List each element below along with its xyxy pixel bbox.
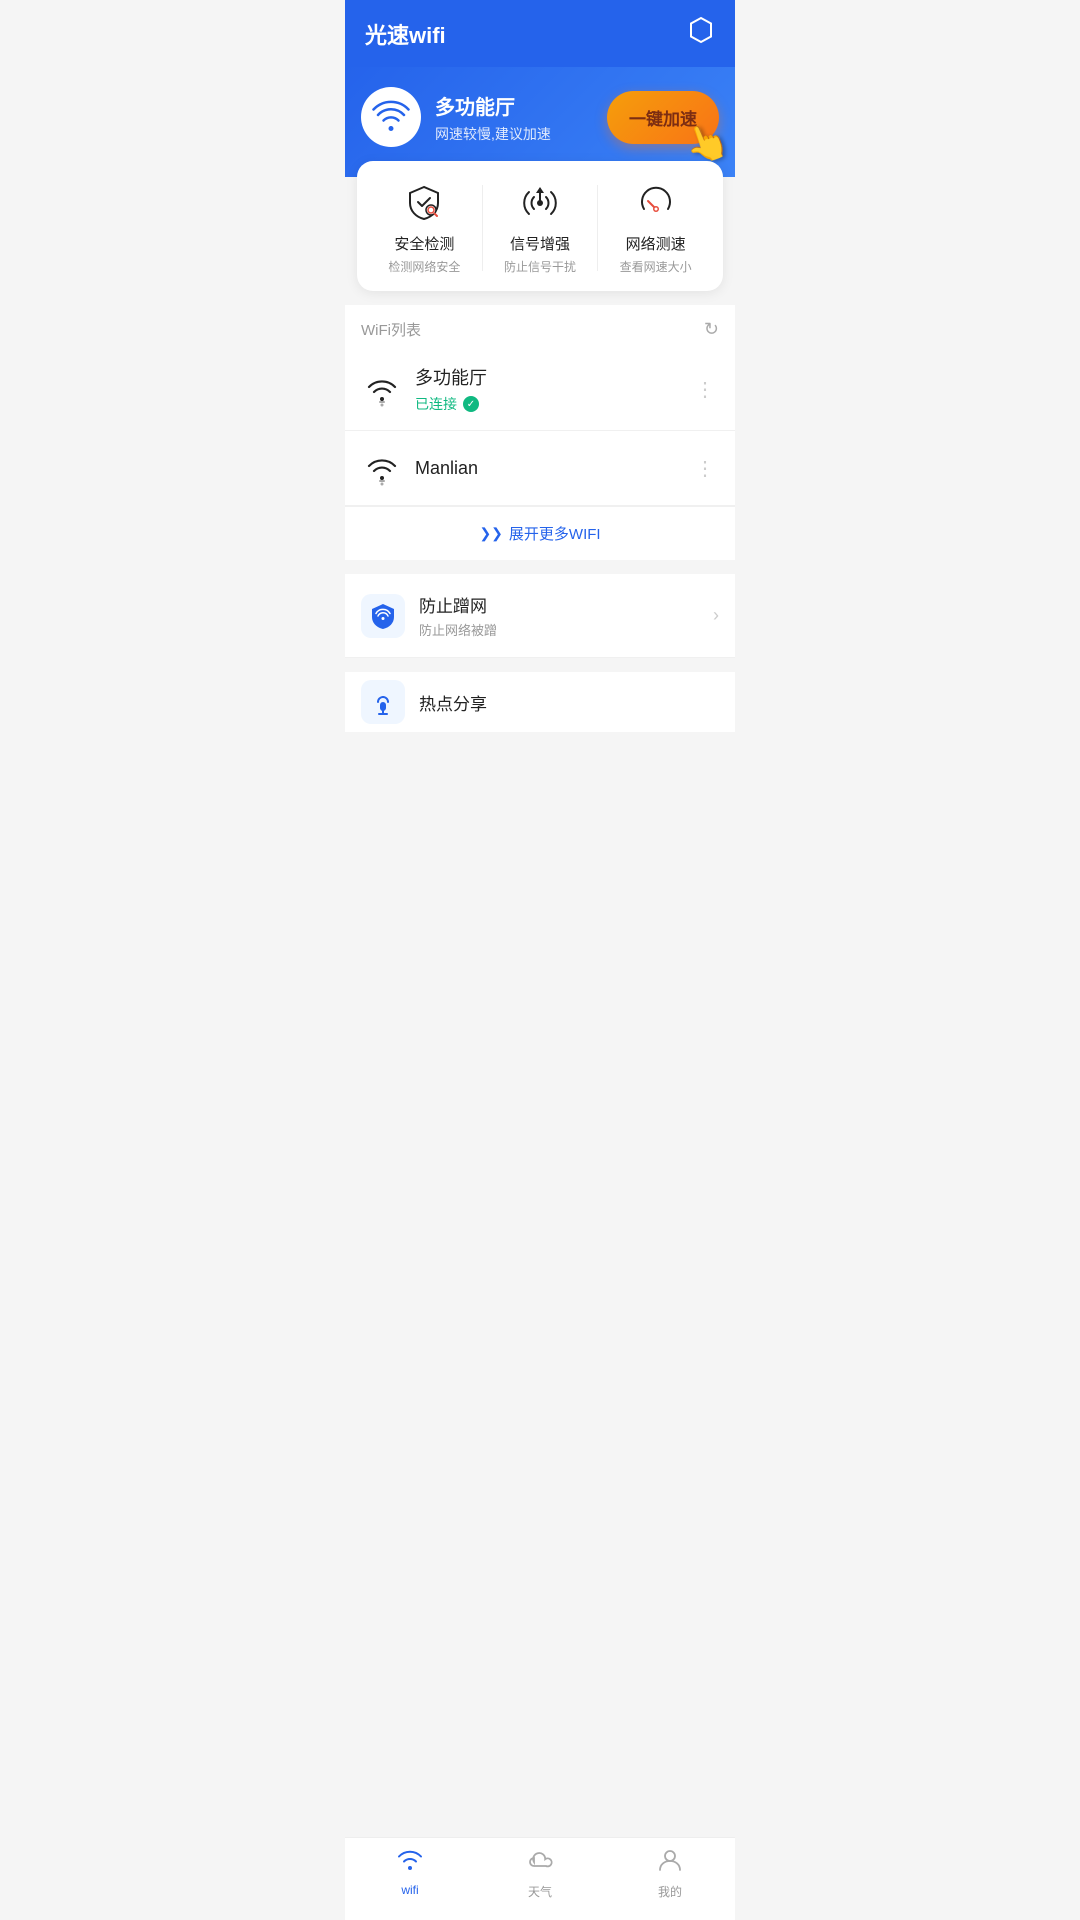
nav-mine[interactable]: 我的 [605, 1848, 735, 1900]
hotspot-section: 热点分享 [345, 672, 735, 732]
wifi-list-section: WiFi列表 ↻ 多功能厅 已连接 ✓ ⋮ [345, 305, 735, 560]
signal-icon [518, 181, 562, 225]
wifi-name-1: 多功能厅 [415, 364, 691, 390]
refresh-icon[interactable]: ↻ [704, 319, 719, 340]
connected-label: 已连接 [415, 394, 457, 414]
wifi-info-manlian: Manlian [415, 458, 691, 479]
nav-wifi-icon [396, 1848, 424, 1879]
nav-weather-icon [526, 1848, 554, 1879]
nav-wifi-label: wifi [401, 1883, 418, 1897]
shield-wifi-icon [361, 594, 405, 638]
quick-actions: 安全检测 检测网络安全 信号增强 防止信号干扰 [357, 161, 723, 291]
action-signal[interactable]: 信号增强 防止信号干扰 [483, 181, 598, 275]
feature-protect[interactable]: 防止蹭网 防止网络被蹭 › [345, 574, 735, 658]
settings-icon[interactable] [687, 16, 715, 51]
banner-left: 多功能厅 网速较慢,建议加速 [361, 87, 551, 147]
nav-mine-icon [656, 1848, 684, 1879]
action-signal-label: 信号增强 [510, 233, 570, 254]
wifi-name-2: Manlian [415, 458, 691, 479]
banner-text: 多功能厅 网速较慢,建议加速 [435, 91, 551, 144]
nav-weather-label: 天气 [528, 1883, 552, 1900]
action-speed[interactable]: 网络测速 查看网速大小 [598, 181, 713, 275]
wifi-list-title: WiFi列表 [361, 319, 421, 340]
feature-hotspot-text: 热点分享 [419, 690, 487, 715]
feature-hotspot-title: 热点分享 [419, 690, 487, 715]
feature-hotspot[interactable]: 热点分享 [345, 672, 735, 732]
speedtest-icon [634, 181, 678, 225]
wifi-more-2[interactable]: ⋮ [691, 452, 719, 485]
wifi-more-1[interactable]: ⋮ [691, 373, 719, 406]
action-speed-label: 网络测速 [626, 233, 686, 254]
wifi-signal-connected [361, 368, 403, 410]
action-speed-sub: 查看网速大小 [620, 258, 692, 275]
feature-protect-sub: 防止网络被蹭 [419, 620, 497, 639]
connected-dot: ✓ [463, 396, 479, 412]
expand-chevron: ❯❯ [479, 525, 502, 542]
wifi-logo [361, 87, 421, 147]
wifi-item-manlian[interactable]: Manlian ⋮ [345, 431, 735, 506]
feature-section: 防止蹭网 防止网络被蹭 › [345, 574, 735, 658]
nav-wifi[interactable]: wifi [345, 1848, 475, 1900]
action-security-label: 安全检测 [394, 233, 454, 254]
expand-more-wifi[interactable]: ❯❯ 展开更多WIFI [345, 506, 735, 560]
wifi-status-1: 已连接 ✓ [415, 394, 691, 414]
wifi-item-connected[interactable]: 多功能厅 已连接 ✓ ⋮ [345, 348, 735, 431]
security-icon [402, 181, 446, 225]
feature-protect-arrow: › [713, 605, 719, 626]
expand-label: 展开更多WIFI [509, 523, 601, 544]
wifi-signal-manlian [361, 447, 403, 489]
bottom-nav: wifi 天气 我的 [345, 1837, 735, 1920]
nav-mine-label: 我的 [658, 1883, 682, 1900]
hotspot-icon [361, 680, 405, 724]
feature-protect-text: 防止蹭网 防止网络被蹭 [419, 592, 497, 639]
banner-wifi-name: 多功能厅 [435, 91, 551, 120]
nav-weather[interactable]: 天气 [475, 1848, 605, 1900]
action-signal-sub: 防止信号干扰 [504, 258, 576, 275]
app-title: 光速wifi [365, 18, 446, 50]
action-security[interactable]: 安全检测 检测网络安全 [367, 181, 482, 275]
feature-protect-title: 防止蹭网 [419, 592, 497, 617]
wifi-list-header: WiFi列表 ↻ [345, 305, 735, 348]
action-security-sub: 检测网络安全 [388, 258, 460, 275]
wifi-info-connected: 多功能厅 已连接 ✓ [415, 364, 691, 414]
banner-wifi-sub: 网速较慢,建议加速 [435, 124, 551, 144]
header: 光速wifi [345, 0, 735, 67]
